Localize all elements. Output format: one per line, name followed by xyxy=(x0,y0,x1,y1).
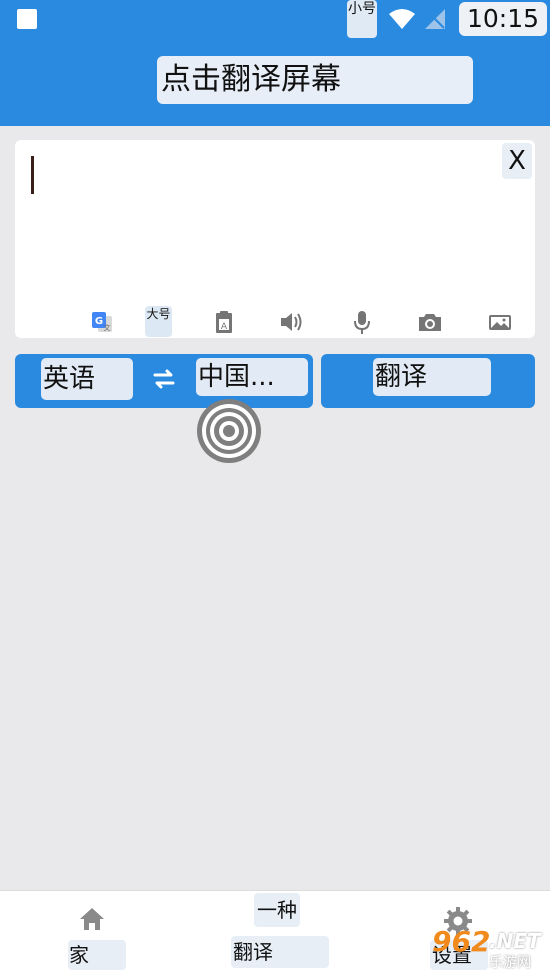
wifi-icon xyxy=(388,8,416,34)
svg-text:文: 文 xyxy=(104,323,111,332)
page-title[interactable]: 点击翻译屏幕 xyxy=(157,56,473,104)
watermark-sub: 乐游网 xyxy=(489,955,531,971)
speaker-icon[interactable] xyxy=(279,308,305,336)
image-icon[interactable] xyxy=(487,308,513,336)
swap-languages-icon[interactable] xyxy=(151,367,177,395)
status-time: 10:15 xyxy=(459,2,547,36)
home-icon[interactable] xyxy=(78,906,106,936)
google-translate-icon[interactable]: G 文 xyxy=(89,308,115,336)
notification-icon xyxy=(17,9,37,29)
small-font-size-label[interactable]: 小号 xyxy=(347,0,377,38)
clipboard-icon[interactable]: A xyxy=(211,308,237,336)
source-language-button[interactable]: 英语 xyxy=(41,358,133,400)
nav-item-home[interactable]: 家 xyxy=(68,940,126,970)
text-cursor xyxy=(31,156,34,194)
large-font-size-button[interactable]: 大号 xyxy=(145,306,172,337)
signal-icon xyxy=(424,8,446,34)
watermark-net: .NET xyxy=(489,929,541,953)
translate-button-label[interactable]: 翻译 xyxy=(373,358,491,396)
target-language-button[interactable]: 中国... xyxy=(196,358,308,396)
nav-item-type[interactable]: 一种 xyxy=(254,893,300,927)
svg-text:G: G xyxy=(95,316,103,327)
microphone-icon[interactable] xyxy=(349,308,375,336)
floating-action-icon[interactable] xyxy=(195,397,263,465)
svg-text:A: A xyxy=(221,322,228,332)
clear-text-button[interactable]: X xyxy=(502,143,532,179)
nav-item-translate[interactable]: 翻译 xyxy=(231,936,329,968)
watermark-digits: 962 xyxy=(432,925,491,958)
camera-icon[interactable] xyxy=(417,308,443,336)
